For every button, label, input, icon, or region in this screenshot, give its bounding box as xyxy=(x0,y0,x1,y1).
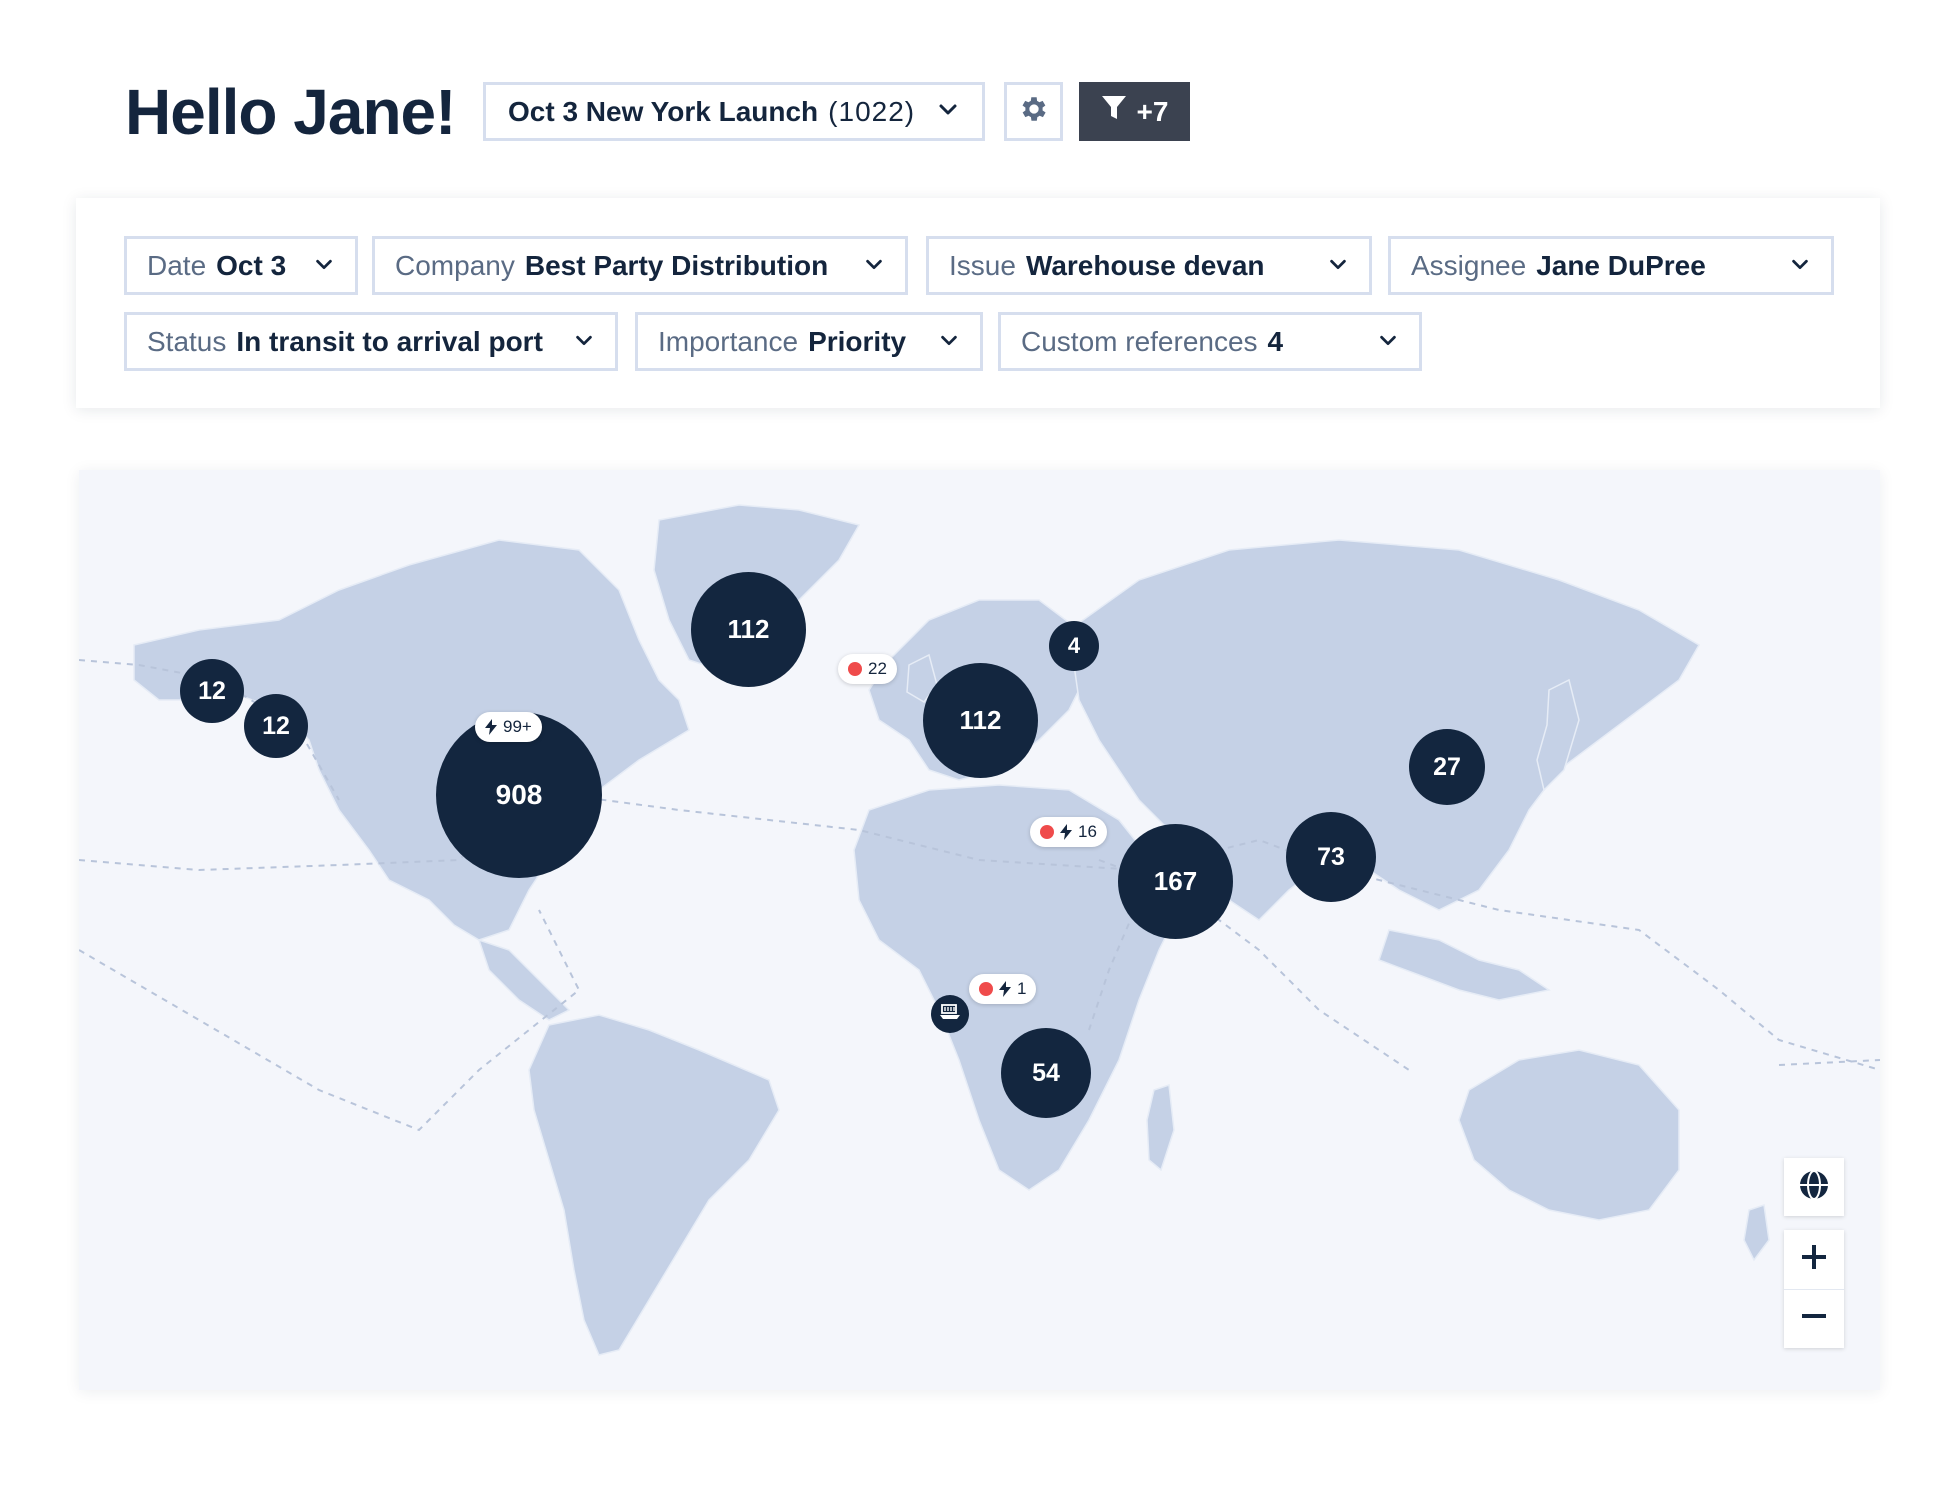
landmass xyxy=(133,504,1770,1356)
filter-importance[interactable]: Importance Priority xyxy=(635,312,983,371)
badge-count: 16 xyxy=(1078,822,1097,841)
zoom-in-button[interactable] xyxy=(1784,1230,1844,1290)
minus-icon xyxy=(1799,1301,1829,1336)
madagascar-land xyxy=(1146,1083,1175,1172)
page-title: Hello Jane! xyxy=(125,76,456,148)
ship-marker[interactable] xyxy=(931,995,969,1033)
cluster-marker[interactable]: 73 xyxy=(1286,812,1376,902)
badge-count: 1 xyxy=(1017,979,1027,998)
chevron-down-icon xyxy=(928,326,960,358)
chevron-down-icon xyxy=(563,326,595,358)
chevron-down-icon xyxy=(303,250,335,282)
filter-value: In transit to arrival port xyxy=(236,325,543,357)
filter-panel: Date Oct 3 Company Best Party Distributi… xyxy=(76,198,1880,408)
cluster-marker[interactable]: 12 xyxy=(180,659,244,723)
filter-value: Oct 3 xyxy=(216,249,287,281)
filter-value: Best Party Distribution xyxy=(524,249,829,281)
filter-value: Warehouse devan xyxy=(1025,249,1265,281)
zoom-controls xyxy=(1784,1230,1844,1348)
shipment-map[interactable]: 112 12 12 908 112 4 27 73 167 54 99+ 22 … xyxy=(79,470,1880,1390)
cluster-marker[interactable]: 54 xyxy=(1001,1028,1091,1118)
alert-badge[interactable]: 99+ xyxy=(475,712,542,742)
badge-count: 99+ xyxy=(503,717,532,736)
alert-dot xyxy=(1040,825,1054,839)
new-zealand-land xyxy=(1743,1204,1770,1262)
cluster-marker[interactable]: 4 xyxy=(1049,621,1099,671)
more-filters-count: +7 xyxy=(1136,95,1169,127)
filter-label: Importance xyxy=(658,325,799,357)
ship-icon xyxy=(939,1003,961,1026)
gear-icon xyxy=(1018,93,1050,130)
southeast-asia-land xyxy=(1378,929,1551,1001)
north-america-land xyxy=(133,539,690,941)
filter-value: 4 xyxy=(1267,325,1284,357)
chevron-down-icon xyxy=(936,96,960,128)
alert-dot xyxy=(848,662,862,676)
badge-count: 22 xyxy=(868,659,887,678)
filter-label: Status xyxy=(147,325,227,357)
filter-label: Date xyxy=(147,249,207,281)
globe-view-button[interactable] xyxy=(1784,1158,1844,1216)
alert-dot xyxy=(979,982,993,996)
plus-icon xyxy=(1799,1242,1829,1277)
launch-count: (1022) xyxy=(828,95,916,127)
bolt-icon xyxy=(485,719,497,735)
filter-assignee[interactable]: Assignee Jane DuPree xyxy=(1388,236,1834,295)
chevron-down-icon xyxy=(853,250,885,282)
chevron-down-icon xyxy=(1317,250,1349,282)
bolt-icon xyxy=(999,981,1011,997)
chevron-down-icon xyxy=(1367,326,1399,358)
zoom-out-button[interactable] xyxy=(1784,1290,1844,1349)
alert-badge[interactable]: 16 xyxy=(1030,817,1107,847)
chevron-down-icon xyxy=(1779,250,1811,282)
filter-label: Assignee xyxy=(1411,249,1527,281)
filter-date[interactable]: Date Oct 3 xyxy=(124,236,358,295)
launch-selector[interactable]: Oct 3 New York Launch (1022) xyxy=(483,82,985,141)
alert-badge[interactable]: 22 xyxy=(838,654,897,684)
more-filters-button[interactable]: +7 xyxy=(1079,82,1190,141)
cluster-marker[interactable]: 12 xyxy=(244,694,308,758)
filter-label: Issue xyxy=(949,249,1016,281)
filter-value: Jane DuPree xyxy=(1536,249,1706,281)
filter-label: Company xyxy=(395,249,515,281)
globe-icon xyxy=(1797,1168,1831,1207)
filter-custom-references[interactable]: Custom references 4 xyxy=(998,312,1422,371)
alert-badge[interactable]: 1 xyxy=(969,974,1037,1004)
filter-company[interactable]: Company Best Party Distribution xyxy=(372,236,908,295)
south-america-land xyxy=(528,1014,780,1356)
filter-icon xyxy=(1101,94,1127,129)
filter-status[interactable]: Status In transit to arrival port xyxy=(124,312,618,371)
launch-name: Oct 3 New York Launch xyxy=(508,95,819,127)
cluster-marker[interactable]: 112 xyxy=(691,572,806,687)
filter-value: Priority xyxy=(808,325,907,357)
filter-issue[interactable]: Issue Warehouse devan xyxy=(926,236,1372,295)
world-map xyxy=(79,504,1880,1356)
cluster-marker[interactable]: 167 xyxy=(1118,824,1233,939)
cluster-marker[interactable]: 27 xyxy=(1409,729,1485,805)
filter-label: Custom references xyxy=(1021,325,1258,357)
bolt-icon xyxy=(1060,824,1072,840)
cluster-marker[interactable]: 112 xyxy=(923,663,1038,778)
settings-button[interactable] xyxy=(1004,82,1063,141)
australia-land xyxy=(1458,1049,1680,1221)
